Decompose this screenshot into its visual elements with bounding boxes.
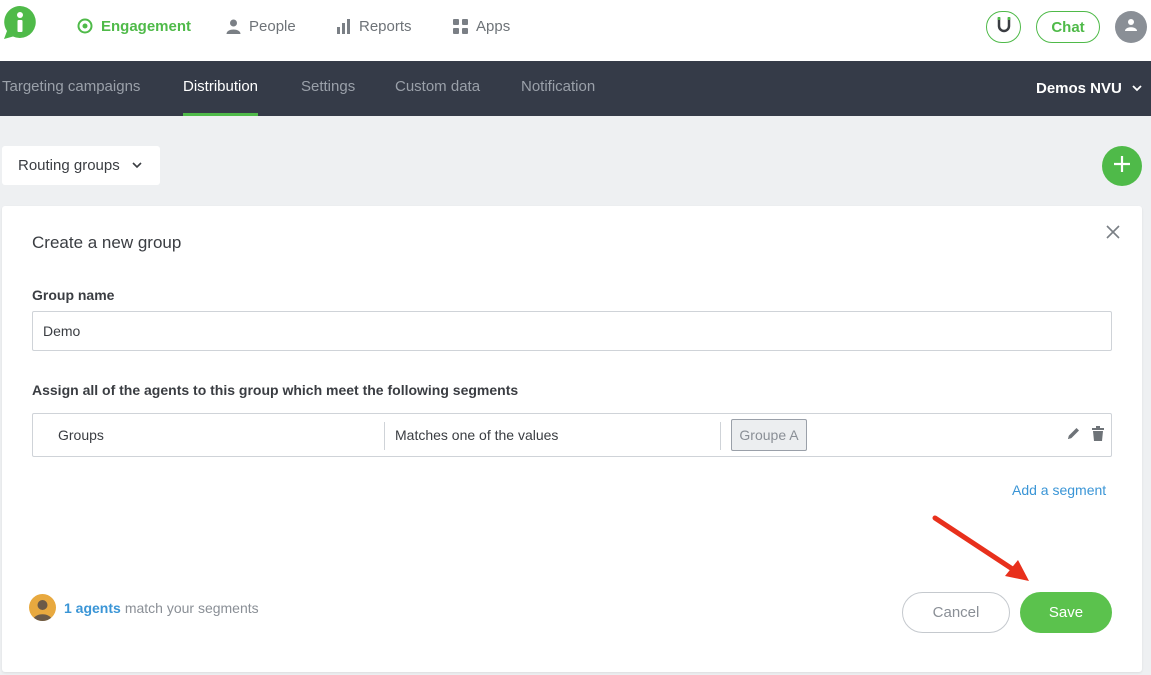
tab-notification[interactable]: Notification (521, 61, 595, 116)
account-name: Demos NVU (1036, 79, 1122, 97)
save-button[interactable]: Save (1020, 592, 1112, 633)
person-icon (1124, 18, 1138, 37)
segment-field[interactable]: Groups (58, 427, 104, 443)
agent-avatar (29, 594, 56, 621)
group-name-input[interactable] (32, 311, 1112, 351)
chevron-down-icon (132, 162, 142, 169)
user-avatar[interactable] (1115, 11, 1147, 43)
pencil-icon[interactable] (1066, 426, 1081, 446)
nav-people[interactable]: People (226, 15, 296, 37)
target-icon (77, 18, 93, 34)
card-title: Create a new group (32, 233, 182, 252)
agents-match-info: 1 agents match your segments (29, 594, 259, 621)
magnet-button[interactable] (986, 11, 1021, 43)
tab-distribution[interactable]: Distribution (183, 61, 259, 116)
nav-reports-label: Reports (359, 17, 412, 35)
nav-reports[interactable]: Reports (336, 15, 412, 37)
trash-icon[interactable] (1091, 426, 1105, 446)
account-selector[interactable]: Demos NVU (1036, 61, 1142, 116)
segment-operator[interactable]: Matches one of the values (395, 427, 558, 443)
magnet-icon (997, 16, 1011, 38)
nav-engagement[interactable]: Engagement (77, 15, 191, 37)
nav-apps[interactable]: Apps (453, 15, 510, 37)
cancel-button[interactable]: Cancel (902, 592, 1010, 633)
close-icon[interactable] (1104, 223, 1122, 241)
tab-settings[interactable]: Settings (301, 61, 355, 116)
tab-custom-data[interactable]: Custom data (395, 61, 480, 116)
app-logo-icon[interactable] (3, 5, 37, 39)
divider (384, 422, 385, 450)
top-navigation: Engagement People Reports Apps Chat (0, 0, 1151, 61)
bar-chart-icon (336, 18, 351, 34)
grid-icon (453, 18, 468, 34)
add-group-button[interactable] (1102, 146, 1142, 186)
agents-match-text: match your segments (124, 599, 259, 616)
chevron-down-icon (1132, 85, 1142, 92)
plus-icon (1112, 154, 1132, 179)
divider (720, 422, 721, 450)
annotation-arrow (925, 510, 1040, 590)
person-icon (226, 19, 241, 34)
create-group-card: Create a new group Group name Assign all… (2, 206, 1142, 672)
routing-groups-label: Routing groups (18, 157, 120, 174)
nav-apps-label: Apps (476, 17, 511, 35)
assign-segments-label: Assign all of the agents to this group w… (32, 382, 519, 398)
nav-engagement-label: Engagement (101, 17, 192, 35)
segment-row: Groups Matches one of the values Groupe … (32, 413, 1112, 457)
routing-groups-dropdown[interactable]: Routing groups (2, 146, 160, 185)
sub-navigation: Targeting campaigns Distribution Setting… (0, 61, 1151, 116)
group-name-label: Group name (32, 287, 115, 303)
tab-targeting-campaigns[interactable]: Targeting campaigns (2, 61, 140, 116)
add-segment-link[interactable]: Add a segment (1012, 482, 1106, 498)
agents-count-link[interactable]: 1 agents (64, 600, 121, 616)
segment-value-tag[interactable]: Groupe A (731, 419, 807, 451)
chat-button[interactable]: Chat (1036, 11, 1100, 43)
nav-people-label: People (249, 17, 296, 35)
